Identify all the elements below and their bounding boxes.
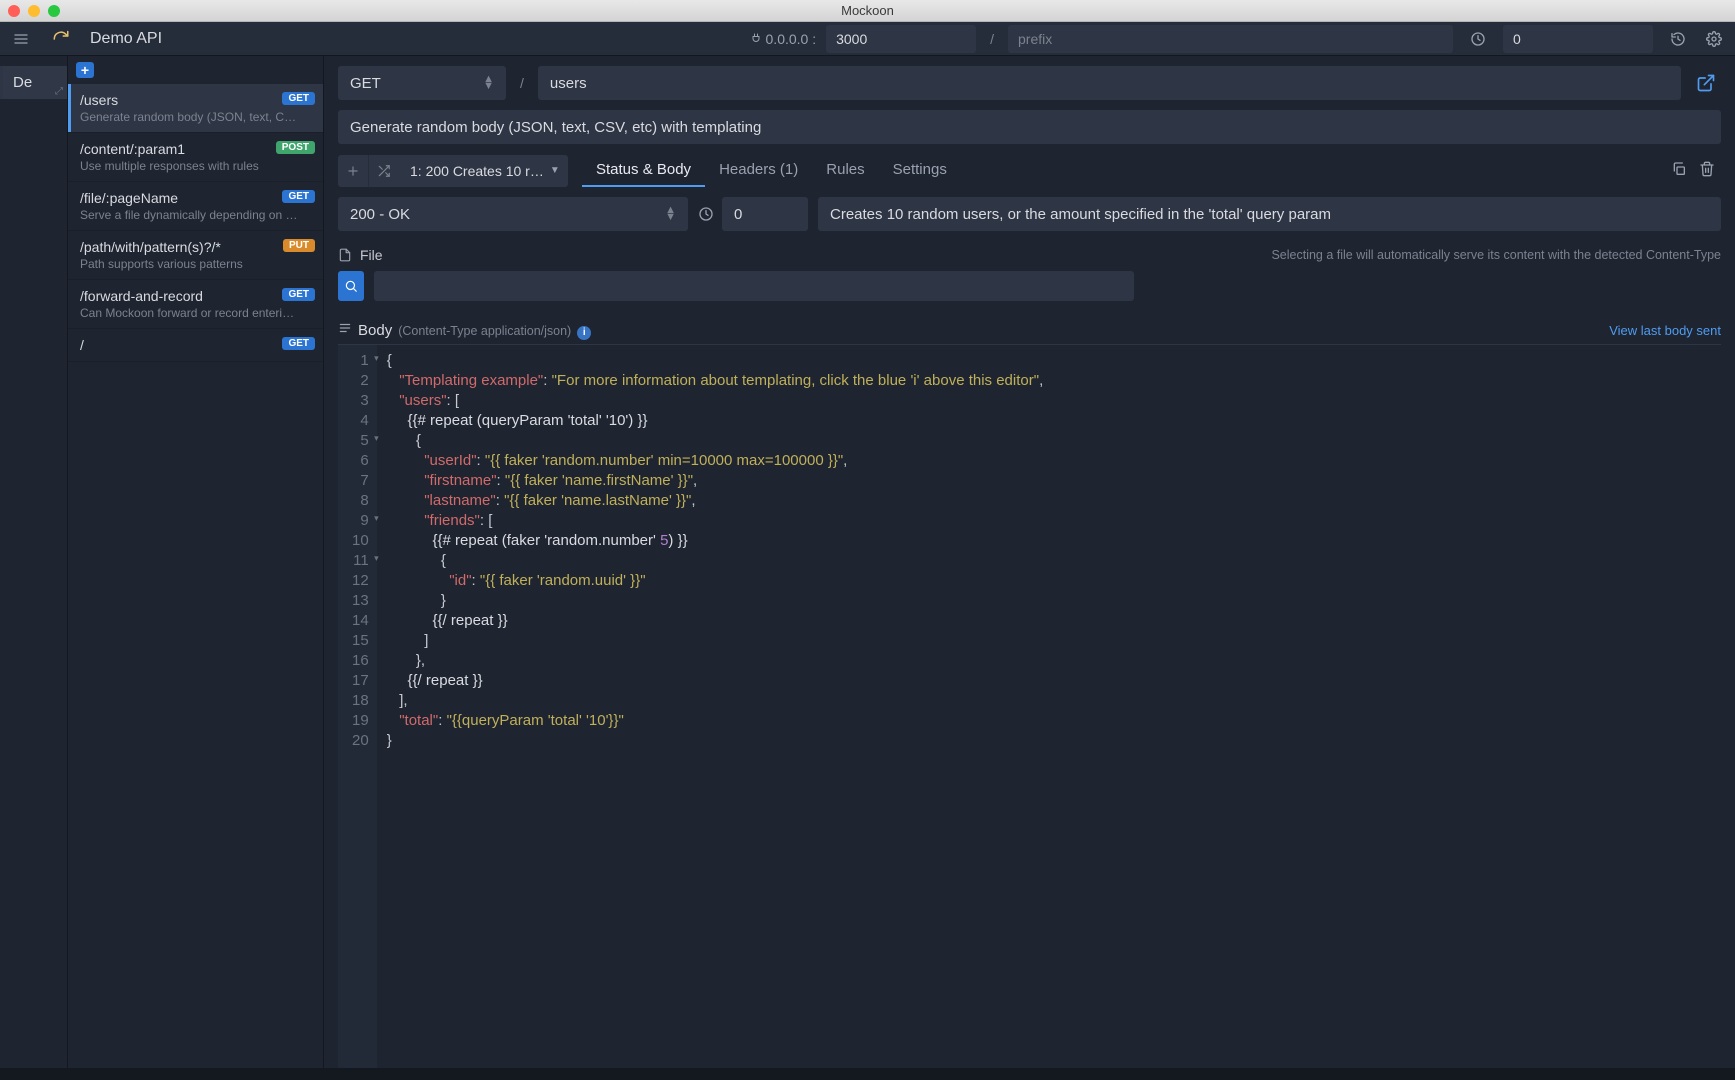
route-editor: GET ▲▼ / 1: 200 Creates 10 r… ▼ Stat — [324, 56, 1735, 1068]
body-content-type: (Content-Type application/json) — [398, 324, 571, 338]
env-latency-input[interactable] — [1503, 25, 1653, 53]
add-response-button[interactable] — [338, 155, 368, 187]
add-route-button[interactable]: + — [76, 62, 94, 78]
delete-response-button[interactable] — [1693, 155, 1721, 186]
method-badge: PUT — [283, 239, 315, 252]
chevron-down-icon: ▼ — [550, 165, 560, 176]
updown-icon: ▲▼ — [483, 76, 494, 90]
window-title: Mockoon — [0, 3, 1735, 18]
file-section-label: File — [360, 247, 383, 263]
response-tab[interactable]: Rules — [812, 154, 878, 187]
route-description: Serve a file dynamically depending on … — [80, 208, 313, 222]
route-path-input[interactable] — [538, 66, 1681, 100]
env-settings-button[interactable] — [1699, 25, 1729, 53]
response-select[interactable]: 1: 200 Creates 10 r… ▼ — [398, 155, 568, 187]
environment-rail: De ⤢ — [0, 56, 68, 1068]
route-description: Use multiple responses with rules — [80, 159, 313, 173]
clock-icon — [698, 206, 714, 222]
route-item[interactable]: /file/:pageName Serve a file dynamically … — [68, 182, 323, 231]
menu-icon — [13, 31, 29, 47]
route-description: Generate random body (JSON, text, C… — [80, 110, 313, 124]
port-input[interactable] — [826, 25, 976, 53]
route-description: Can Mockoon forward or record enteri… — [80, 306, 313, 320]
status-code-select[interactable]: 200 - OK ▲▼ — [338, 197, 688, 231]
body-editor[interactable]: 1234567891011121314151617181920 { "Templ… — [338, 344, 1721, 1069]
environment-name: Demo API — [90, 30, 162, 48]
route-item[interactable]: /users Generate random body (JSON, text, … — [68, 84, 323, 133]
external-link-icon — [1696, 73, 1716, 93]
route-list: + /users Generate random body (JSON, text… — [68, 56, 324, 1068]
method-badge: POST — [276, 141, 315, 154]
address-label: 0.0.0.0 : — [750, 31, 817, 47]
method-badge: GET — [282, 337, 315, 350]
search-icon — [344, 279, 358, 293]
view-last-body-link[interactable]: View last body sent — [1609, 323, 1721, 338]
route-path: /users — [80, 92, 313, 108]
route-item[interactable]: /content/:param1Use multiple responses w… — [68, 133, 323, 182]
path-separator: / — [986, 31, 998, 47]
history-icon — [1670, 31, 1686, 47]
body-icon — [338, 321, 352, 335]
route-documentation-input[interactable] — [338, 110, 1721, 144]
clock-icon — [1470, 31, 1486, 47]
response-latency-input[interactable] — [722, 197, 808, 231]
route-path: /path/with/pattern(s)?/* — [80, 239, 313, 255]
file-section-hint: Selecting a file will automatically serv… — [1271, 248, 1721, 262]
copy-icon — [1671, 161, 1687, 177]
file-icon — [338, 247, 352, 263]
environment-tab[interactable]: De ⤢ — [0, 66, 67, 99]
open-external-button[interactable] — [1691, 69, 1721, 97]
method-badge: GET — [282, 190, 315, 203]
main-toolbar: Demo API 0.0.0.0 : / — [0, 22, 1735, 56]
plug-icon — [750, 32, 762, 46]
route-item[interactable]: /path/with/pattern(s)?/* Path supports va… — [68, 231, 323, 280]
start-server-button[interactable] — [46, 25, 76, 53]
menu-button[interactable] — [6, 25, 36, 53]
prefix-input[interactable] — [1008, 25, 1453, 53]
duplicate-response-button[interactable] — [1665, 155, 1693, 186]
path-separator: / — [516, 75, 528, 91]
response-tab[interactable]: Status & Body — [582, 154, 705, 187]
file-path-input[interactable] — [374, 271, 1134, 301]
route-path: /forward-and-record — [80, 288, 313, 304]
history-button[interactable] — [1663, 25, 1693, 53]
random-response-button[interactable] — [368, 155, 398, 187]
shuffle-icon — [377, 164, 391, 178]
route-item[interactable]: /GET — [68, 329, 323, 362]
method-select[interactable]: GET ▲▼ — [338, 66, 506, 100]
body-section-label: Body — [358, 322, 392, 339]
route-item[interactable]: /forward-and-record Can Mockoon forward o… — [68, 280, 323, 329]
plus-icon — [346, 164, 360, 178]
browse-file-button[interactable] — [338, 271, 364, 301]
method-badge: GET — [282, 288, 315, 301]
response-comment-input[interactable] — [818, 197, 1721, 231]
refresh-icon — [52, 30, 70, 48]
trash-icon — [1699, 161, 1715, 177]
route-path: / — [80, 337, 313, 353]
body-help-button[interactable]: i — [577, 326, 591, 340]
env-latency-icon-button[interactable] — [1463, 25, 1493, 53]
route-path: /file/:pageName — [80, 190, 313, 206]
response-tab[interactable]: Headers (1) — [705, 154, 812, 187]
status-bar — [0, 1068, 1735, 1080]
updown-icon: ▲▼ — [665, 207, 676, 221]
route-description: Path supports various patterns — [80, 257, 313, 271]
mac-titlebar: Mockoon — [0, 0, 1735, 22]
gear-icon — [1706, 31, 1722, 47]
expand-icon: ⤢ — [55, 86, 63, 97]
response-tab[interactable]: Settings — [879, 154, 961, 187]
method-badge: GET — [282, 92, 315, 105]
response-tabs: Status & BodyHeaders (1)RulesSettings — [582, 154, 961, 187]
